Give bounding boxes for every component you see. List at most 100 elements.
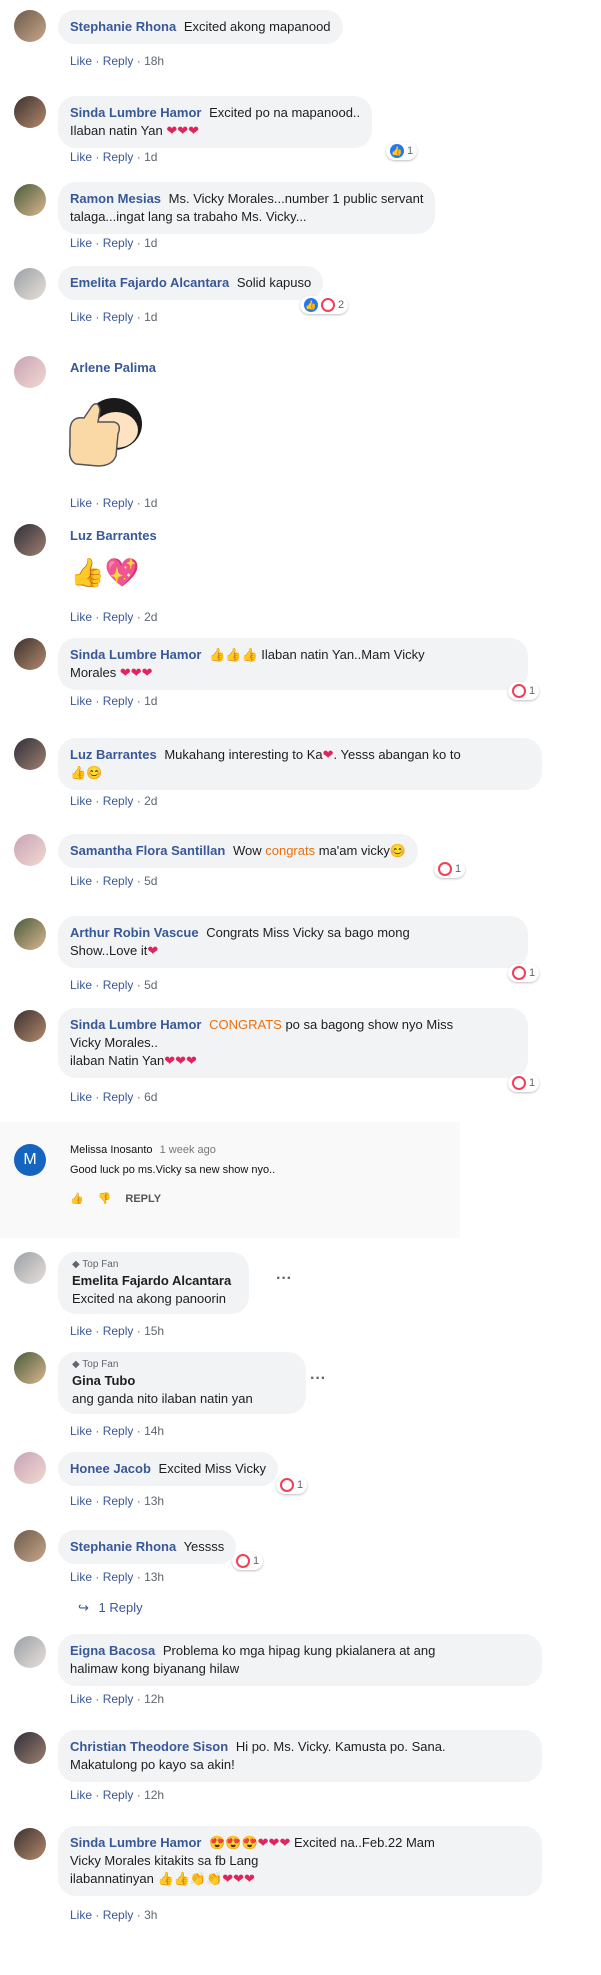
avatar[interactable] xyxy=(14,918,46,950)
reply-link[interactable]: Reply xyxy=(103,236,134,250)
more-dots-icon[interactable]: ··· xyxy=(310,1370,326,1388)
reaction-count[interactable]: 👍 2 xyxy=(300,296,349,314)
timestamp[interactable]: 2d xyxy=(144,610,157,624)
avatar[interactable] xyxy=(14,638,46,670)
avatar[interactable] xyxy=(14,96,46,128)
avatar[interactable] xyxy=(14,1010,46,1042)
author-name[interactable]: Emelita Fajardo Alcantara xyxy=(72,1273,231,1288)
timestamp[interactable]: 1d xyxy=(144,694,157,708)
reaction-count[interactable]: 1 xyxy=(232,1552,264,1570)
timestamp[interactable]: 1d xyxy=(144,150,157,164)
avatar[interactable] xyxy=(14,524,46,556)
author-name[interactable]: Sinda Lumbre Hamor xyxy=(70,105,201,120)
reply-link[interactable]: Reply xyxy=(103,694,134,708)
reply-link[interactable]: Reply xyxy=(103,1494,134,1508)
reaction-count[interactable]: 1 xyxy=(508,682,540,700)
avatar[interactable] xyxy=(14,1452,46,1484)
like-link[interactable]: Like xyxy=(70,610,92,624)
author-name[interactable]: Gina Tubo xyxy=(72,1373,135,1388)
thumbs-down-icon[interactable]: 👎 xyxy=(98,1192,112,1205)
reply-link[interactable]: Reply xyxy=(103,978,134,992)
timestamp[interactable]: 13h xyxy=(144,1494,164,1508)
avatar[interactable] xyxy=(14,1530,46,1562)
author-name[interactable]: Luz Barrantes xyxy=(70,528,157,543)
author-name[interactable]: Melissa Inosanto xyxy=(70,1144,153,1156)
reaction-count[interactable]: 1 xyxy=(276,1476,308,1494)
avatar[interactable] xyxy=(14,1252,46,1284)
author-name[interactable]: Stephanie Rhona xyxy=(70,19,176,34)
avatar[interactable] xyxy=(14,1636,46,1668)
author-name[interactable]: Stephanie Rhona xyxy=(70,1539,176,1554)
author-name[interactable]: Arlene Palima xyxy=(70,360,156,375)
like-link[interactable]: Like xyxy=(70,236,92,250)
like-link[interactable]: Like xyxy=(70,1570,92,1584)
avatar[interactable] xyxy=(14,10,46,42)
like-link[interactable]: Like xyxy=(70,694,92,708)
like-link[interactable]: Like xyxy=(70,1908,92,1922)
author-name[interactable]: Honee Jacob xyxy=(70,1461,151,1476)
avatar[interactable] xyxy=(14,268,46,300)
avatar[interactable] xyxy=(14,738,46,770)
timestamp[interactable]: 1d xyxy=(144,310,157,324)
like-link[interactable]: Like xyxy=(70,496,92,510)
reply-link[interactable]: Reply xyxy=(103,874,134,888)
timestamp[interactable]: 5d xyxy=(144,874,157,888)
timestamp[interactable]: 1 week ago xyxy=(160,1144,216,1156)
timestamp[interactable]: 12h xyxy=(144,1692,164,1706)
like-link[interactable]: Like xyxy=(70,1692,92,1706)
reaction-count[interactable]: 👍 1 xyxy=(386,142,418,160)
reply-link[interactable]: Reply xyxy=(103,496,134,510)
reaction-count[interactable]: 1 xyxy=(508,964,540,982)
author-name[interactable]: Sinda Lumbre Hamor xyxy=(70,647,201,662)
reply-button[interactable]: REPLY xyxy=(125,1193,161,1205)
reply-link[interactable]: Reply xyxy=(103,150,134,164)
like-link[interactable]: Like xyxy=(70,1324,92,1338)
timestamp[interactable]: 15h xyxy=(144,1324,164,1338)
author-name[interactable]: Luz Barrantes xyxy=(70,747,157,762)
avatar[interactable] xyxy=(14,356,46,388)
author-name[interactable]: Samantha Flora Santillan xyxy=(70,843,225,858)
timestamp[interactable]: 13h xyxy=(144,1570,164,1584)
timestamp[interactable]: 6d xyxy=(144,1090,157,1104)
author-name[interactable]: Eigna Bacosa xyxy=(70,1643,155,1658)
timestamp[interactable]: 2d xyxy=(144,794,157,808)
like-link[interactable]: Like xyxy=(70,1424,92,1438)
reply-link[interactable]: Reply xyxy=(103,1324,134,1338)
author-name[interactable]: Christian Theodore Sison xyxy=(70,1739,228,1754)
like-link[interactable]: Like xyxy=(70,1788,92,1802)
more-dots-icon[interactable]: ··· xyxy=(276,1270,292,1288)
author-name[interactable]: Emelita Fajardo Alcantara xyxy=(70,275,229,290)
reply-link[interactable]: Reply xyxy=(103,54,134,68)
reply-link[interactable]: Reply xyxy=(103,1908,134,1922)
like-link[interactable]: Like xyxy=(70,1494,92,1508)
reply-link[interactable]: Reply xyxy=(103,1424,134,1438)
timestamp[interactable]: 1d xyxy=(144,236,157,250)
avatar[interactable] xyxy=(14,834,46,866)
author-name[interactable]: Sinda Lumbre Hamor xyxy=(70,1835,201,1850)
like-link[interactable]: Like xyxy=(70,310,92,324)
like-link[interactable]: Like xyxy=(70,978,92,992)
reaction-count[interactable]: 1 xyxy=(508,1074,540,1092)
avatar[interactable] xyxy=(14,1828,46,1860)
like-link[interactable]: Like xyxy=(70,1090,92,1104)
timestamp[interactable]: 18h xyxy=(144,54,164,68)
thumbs-up-icon[interactable]: 👍 xyxy=(70,1192,84,1205)
reply-link[interactable]: Reply xyxy=(103,794,134,808)
reply-link[interactable]: Reply xyxy=(103,1788,134,1802)
reply-link[interactable]: Reply xyxy=(103,1570,134,1584)
timestamp[interactable]: 5d xyxy=(144,978,157,992)
like-link[interactable]: Like xyxy=(70,150,92,164)
avatar[interactable] xyxy=(14,1732,46,1764)
reply-link[interactable]: Reply xyxy=(103,1090,134,1104)
reply-link[interactable]: Reply xyxy=(103,310,134,324)
like-link[interactable]: Like xyxy=(70,794,92,808)
avatar[interactable] xyxy=(14,1352,46,1384)
timestamp[interactable]: 1d xyxy=(144,496,157,510)
timestamp[interactable]: 14h xyxy=(144,1424,164,1438)
view-replies-link[interactable]: ↪ 1 Reply xyxy=(78,1600,143,1616)
avatar[interactable] xyxy=(14,184,46,216)
like-link[interactable]: Like xyxy=(70,874,92,888)
like-link[interactable]: Like xyxy=(70,54,92,68)
avatar[interactable]: M xyxy=(14,1144,46,1176)
reply-link[interactable]: Reply xyxy=(103,610,134,624)
